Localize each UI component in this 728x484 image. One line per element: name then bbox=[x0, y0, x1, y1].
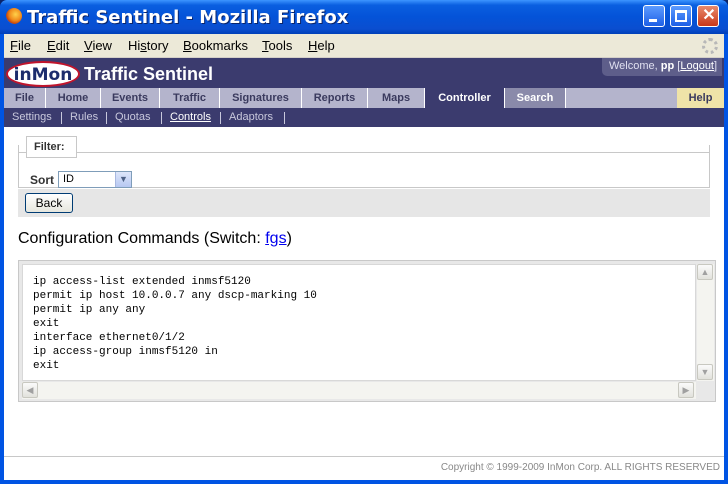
subnav-divider bbox=[284, 112, 285, 124]
menu-tools[interactable]: Tools bbox=[262, 38, 292, 53]
main-tabs: File Home Events Traffic Signatures Repo… bbox=[4, 88, 724, 108]
browser-content-frame: File Edit View History Bookmarks Tools H… bbox=[4, 34, 724, 480]
menu-file[interactable]: File bbox=[10, 38, 31, 53]
menu-bar: File Edit View History Bookmarks Tools H… bbox=[4, 34, 724, 58]
tab-reports[interactable]: Reports bbox=[302, 88, 368, 108]
close-icon: ✕ bbox=[702, 7, 716, 24]
tab-controller[interactable]: Controller bbox=[425, 88, 505, 108]
maximize-button[interactable] bbox=[670, 5, 692, 27]
window-title: Traffic Sentinel - Mozilla Firefox bbox=[27, 7, 349, 28]
menu-edit[interactable]: Edit bbox=[47, 38, 69, 53]
vertical-scrollbar[interactable]: ▲ ▼ bbox=[697, 264, 714, 381]
menu-file-rest: ile bbox=[17, 38, 31, 53]
app-name: Traffic Sentinel bbox=[84, 64, 214, 84]
browser-window: Traffic Sentinel - Mozilla Firefox ✕ Fil… bbox=[0, 0, 728, 484]
button-bar bbox=[18, 189, 710, 217]
copyright-footer: Copyright © 1999-2009 InMon Corp. ALL RI… bbox=[440, 462, 720, 473]
tab-events[interactable]: Events bbox=[101, 88, 160, 108]
close-button[interactable]: ✕ bbox=[697, 5, 719, 27]
scroll-down-icon[interactable]: ▼ bbox=[697, 364, 713, 380]
minimize-icon bbox=[649, 19, 657, 22]
web-page: inMon Traffic Sentinel Welcome, pp [Logo… bbox=[4, 58, 724, 480]
tab-file[interactable]: File bbox=[4, 88, 46, 108]
subnav-controls[interactable]: Controls bbox=[170, 111, 211, 123]
subnav-quotas[interactable]: Quotas bbox=[115, 111, 150, 123]
menu-history[interactable]: History bbox=[128, 38, 168, 53]
sub-navigation: Settings Rules Quotas Controls Adaptors bbox=[4, 108, 724, 127]
chevron-down-icon[interactable]: ▼ bbox=[115, 172, 131, 187]
tab-traffic[interactable]: Traffic bbox=[160, 88, 220, 108]
throbber-icon bbox=[702, 38, 718, 54]
page-heading: Configuration Commands (Switch: fgs) bbox=[18, 230, 292, 247]
title-bar: Traffic Sentinel - Mozilla Firefox ✕ bbox=[0, 0, 728, 34]
filter-legend-box: Filter: bbox=[26, 136, 77, 158]
sort-select-value: ID bbox=[63, 173, 74, 185]
welcome-box: Welcome, pp [Logout] bbox=[602, 58, 722, 76]
footer-divider bbox=[4, 456, 724, 457]
filter-divider bbox=[18, 152, 710, 153]
scroll-right-icon[interactable]: ▶ bbox=[678, 382, 694, 398]
subnav-adaptors[interactable]: Adaptors bbox=[229, 111, 273, 123]
commands-textarea[interactable]: ip access-list extended inmsf5120 permit… bbox=[22, 264, 696, 381]
horizontal-scrollbar[interactable]: ◀ ▶ bbox=[22, 382, 696, 399]
filter-legend: Filter: bbox=[34, 141, 65, 153]
scroll-up-icon[interactable]: ▲ bbox=[697, 264, 713, 280]
username: pp bbox=[660, 60, 675, 72]
sort-select[interactable]: ID ▼ bbox=[58, 171, 132, 188]
commands-text: ip access-list extended inmsf5120 permit… bbox=[33, 276, 317, 372]
subnav-divider bbox=[220, 112, 221, 124]
minimize-button[interactable] bbox=[643, 5, 665, 27]
maximize-icon bbox=[675, 10, 687, 22]
logout-link[interactable]: Logout bbox=[680, 60, 714, 72]
subnav-rules[interactable]: Rules bbox=[70, 111, 98, 123]
scroll-left-icon[interactable]: ◀ bbox=[22, 382, 38, 398]
tab-signatures[interactable]: Signatures bbox=[220, 88, 302, 108]
menu-bookmarks[interactable]: Bookmarks bbox=[183, 38, 248, 53]
commands-box: ip access-list extended inmsf5120 permit… bbox=[18, 260, 716, 402]
app-banner: inMon Traffic Sentinel Welcome, pp [Logo… bbox=[4, 58, 724, 88]
tab-search[interactable]: Search bbox=[505, 88, 566, 108]
tab-help[interactable]: Help bbox=[677, 88, 724, 108]
back-button[interactable]: Back bbox=[25, 193, 73, 213]
welcome-text: Welcome, pp [Logout] bbox=[609, 60, 718, 72]
menu-help[interactable]: Help bbox=[308, 38, 335, 53]
subnav-divider bbox=[106, 112, 107, 124]
inmon-logo: inMon bbox=[6, 61, 80, 87]
firefox-icon bbox=[6, 8, 22, 24]
tab-home[interactable]: Home bbox=[46, 88, 101, 108]
subnav-settings[interactable]: Settings bbox=[12, 111, 52, 123]
subnav-divider bbox=[61, 112, 62, 124]
switch-link[interactable]: fgs bbox=[265, 230, 286, 247]
subnav-divider bbox=[161, 112, 162, 124]
menu-view[interactable]: View bbox=[84, 38, 112, 53]
tab-maps[interactable]: Maps bbox=[368, 88, 425, 108]
sort-label: Sort bbox=[30, 173, 54, 187]
